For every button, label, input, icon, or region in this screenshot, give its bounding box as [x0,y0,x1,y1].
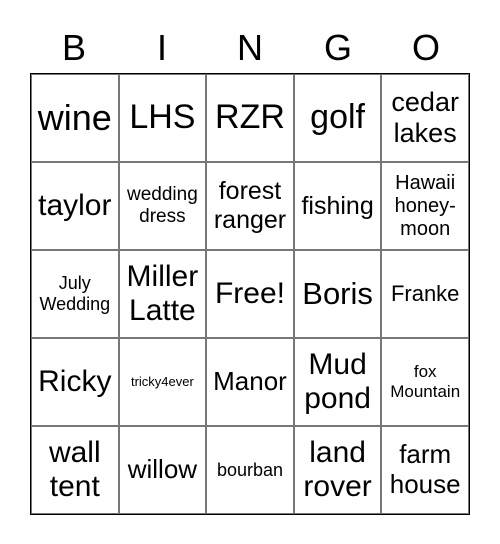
bingo-cell[interactable]: golf [293,74,382,162]
header-letter-n: N [237,27,263,68]
header-letter-o: O [411,27,440,68]
bingo-cell[interactable]: Franke [381,250,469,338]
bingo-cell[interactable]: forest ranger [206,162,294,250]
bingo-cell[interactable]: fishing [293,162,382,250]
bingo-cell[interactable]: tricky4ever [118,338,207,426]
header-letter-i: I [156,27,167,68]
header-letter-g: G [323,27,352,68]
bingo-cell[interactable]: taylor [31,162,119,250]
bingo-cell[interactable]: July Wedding [31,250,119,338]
bingo-cell[interactable]: Mud pond [293,338,382,426]
bingo-cell[interactable]: RZR [206,74,294,162]
bingo-cell[interactable]: willow [118,426,207,514]
bingo-cell[interactable]: Ricky [31,338,119,426]
bingo-cell[interactable]: farm house [381,426,469,514]
header-letter-b: B [61,27,86,68]
bingo-cell[interactable]: Hawaii honey-moon [381,162,469,250]
bingo-cell[interactable]: wall tent [31,426,119,514]
bingo-cell[interactable]: fox Mountain [381,338,469,426]
bingo-header: B I N G O [30,26,470,70]
bingo-cell[interactable]: wine [31,74,119,162]
bingo-cell[interactable]: cedar lakes [381,74,469,162]
bingo-cell[interactable]: Manor [206,338,294,426]
bingo-grid: wine LHS RZR golf cedar lakes taylor wedding d… [30,73,470,515]
bingo-cell[interactable]: Miller Latte [118,250,207,338]
bingo-cell[interactable]: Boris [293,250,382,338]
bingo-cell[interactable]: Free! [206,250,294,338]
bingo-cell[interactable]: wedding dress [118,162,207,250]
bingo-cell[interactable]: land rover [293,426,382,514]
bingo-cell[interactable]: LHS [118,74,207,162]
bingo-cell[interactable]: bourban [206,426,294,514]
